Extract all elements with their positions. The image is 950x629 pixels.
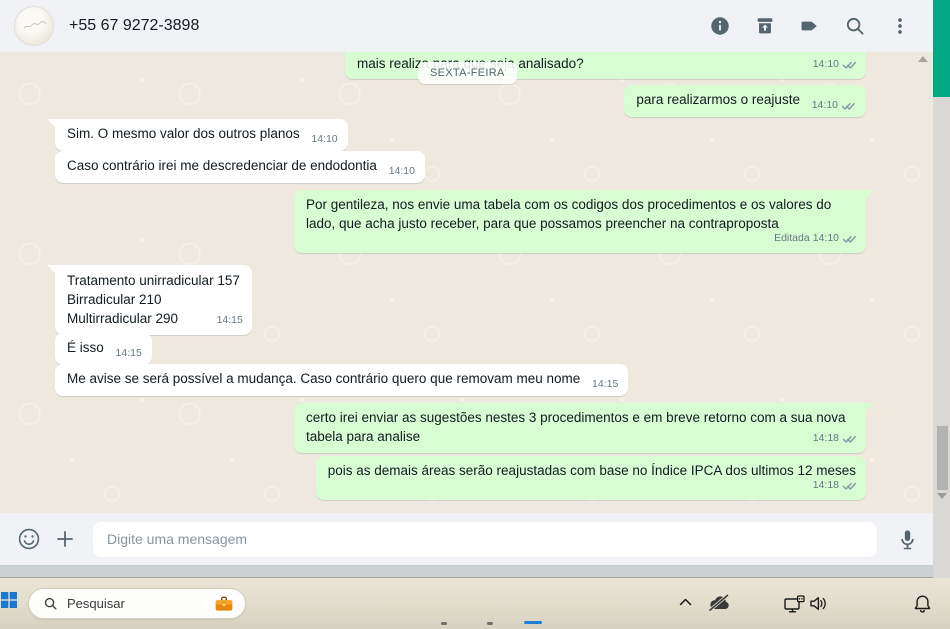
message-time: 14:15 xyxy=(115,347,142,359)
header-actions xyxy=(708,14,912,38)
chrome-running-indicator xyxy=(441,622,447,625)
message-time: 14:10 xyxy=(811,99,838,111)
briefcase-icon xyxy=(215,596,232,611)
double-check-icon xyxy=(842,435,856,443)
chat-message-list: mais realiza para que seja analisado? 14… xyxy=(0,52,933,513)
message-time: 14:10 xyxy=(812,58,839,70)
date-divider: SEXTA-FEIRA xyxy=(418,62,517,84)
message-bubble-incoming[interactable]: Tratamento unirradicular 157 Birradicula… xyxy=(47,265,252,335)
double-check-icon xyxy=(842,61,856,69)
whatsapp-chat-header: +55 67 9272-3898 xyxy=(0,0,933,52)
contact-avatar[interactable] xyxy=(14,6,54,46)
message-meta: 14:15 xyxy=(592,375,618,394)
message-time: 14:18 xyxy=(812,432,839,444)
emoji-icon[interactable] xyxy=(17,527,41,551)
message-text-line: Birradicular 210 xyxy=(67,292,162,307)
message-meta: 14:15 xyxy=(116,344,142,363)
scrollbar-track[interactable] xyxy=(933,97,950,578)
message-meta: 14:10 xyxy=(311,130,337,149)
message-time: 14:15 xyxy=(216,314,243,326)
double-check-icon xyxy=(841,102,855,110)
message-time: 14:18 xyxy=(812,479,839,491)
message-bubble-incoming[interactable]: Caso contrário irei me descredenciar de … xyxy=(55,151,425,183)
excel-running-indicator xyxy=(487,622,493,625)
message-meta: 14:10 xyxy=(813,55,857,74)
message-time: 14:10 xyxy=(311,133,338,145)
scroll-down-arrow[interactable] xyxy=(937,493,947,499)
message-time: 14:15 xyxy=(592,378,619,390)
message-meta: 14:18 xyxy=(813,429,857,448)
desktop-background-strip xyxy=(0,565,950,578)
message-composer xyxy=(0,513,933,565)
archive-icon[interactable] xyxy=(753,14,777,38)
notification-bell-icon[interactable] xyxy=(913,593,932,614)
message-text: É isso xyxy=(67,340,104,355)
screen: +55 67 9272-3898 mais realiza para que s… xyxy=(0,0,950,629)
taskbar-search[interactable]: Pesquisar xyxy=(28,588,246,619)
scroll-up-arrow[interactable] xyxy=(918,56,928,62)
message-text-line: Multirradicular 290 xyxy=(67,311,179,326)
message-meta: 14:15 xyxy=(217,311,243,330)
chat-title: +55 67 9272-3898 xyxy=(69,17,200,34)
windows-start-icon[interactable] xyxy=(1,592,17,608)
message-bubble-incoming[interactable]: Me avise se será possível a mudança. Cas… xyxy=(55,364,629,396)
message-meta: 14:18 xyxy=(813,476,857,495)
green-edge-strip xyxy=(933,0,950,97)
snipping-tool-active-indicator xyxy=(524,621,542,624)
onedrive-offline-icon[interactable] xyxy=(706,593,732,613)
message-time: 14:10 xyxy=(812,232,839,244)
info-icon[interactable] xyxy=(708,14,732,38)
message-meta: Editada 14:10 xyxy=(774,229,857,248)
message-text: Por gentileza, nos envie uma tabela com … xyxy=(306,197,832,231)
message-bubble-outgoing[interactable]: certo irei enviar as sugestões nestes 3 … xyxy=(294,403,874,453)
message-bubble-outgoing[interactable]: Por gentileza, nos envie uma tabela com … xyxy=(294,190,874,253)
message-bubble-incoming[interactable]: É isso 14:15 xyxy=(55,333,152,365)
message-text: Me avise se será possível a mudança. Cas… xyxy=(67,371,581,386)
search-highlight xyxy=(205,590,242,617)
message-text: para realizarmos o reajuste xyxy=(636,92,800,107)
message-meta: 14:10 xyxy=(812,96,856,115)
search-icon xyxy=(44,597,57,610)
windows-taskbar: Pesquisar ✂ xyxy=(0,578,950,629)
message-text: certo irei enviar as sugestões nestes 3 … xyxy=(306,410,846,444)
edited-label: Editada xyxy=(774,232,810,244)
menu-icon[interactable] xyxy=(888,14,912,38)
search-label: Pesquisar xyxy=(67,596,125,611)
network-ethernet-icon[interactable] xyxy=(783,593,805,615)
message-bubble-outgoing[interactable]: pois as demais áreas serão reajustadas c… xyxy=(315,456,866,500)
double-check-icon xyxy=(842,482,856,490)
message-text: pois as demais áreas serão reajustadas c… xyxy=(327,463,856,478)
message-meta: 14:10 xyxy=(389,162,415,181)
avatar-scribble xyxy=(23,20,47,29)
search-icon[interactable] xyxy=(843,14,867,38)
message-text: Sim. O mesmo valor dos outros planos xyxy=(67,126,300,141)
label-icon[interactable] xyxy=(798,14,822,38)
message-text: Caso contrário irei me descredenciar de … xyxy=(67,158,377,173)
message-input[interactable] xyxy=(93,521,877,557)
tray-chevron-up-icon[interactable] xyxy=(677,594,693,610)
double-check-icon xyxy=(842,235,856,243)
attach-plus-icon[interactable] xyxy=(53,527,77,551)
message-bubble-incoming[interactable]: Sim. O mesmo valor dos outros planos 14:… xyxy=(47,119,348,151)
scrollbar-thumb[interactable] xyxy=(937,426,948,490)
message-text-line: Tratamento unirradicular 157 xyxy=(67,273,240,288)
mic-icon[interactable] xyxy=(895,527,919,551)
message-bubble-outgoing[interactable]: para realizarmos o reajuste 14:10 xyxy=(624,85,866,117)
message-time: 14:10 xyxy=(388,165,415,177)
volume-icon[interactable] xyxy=(808,594,829,613)
